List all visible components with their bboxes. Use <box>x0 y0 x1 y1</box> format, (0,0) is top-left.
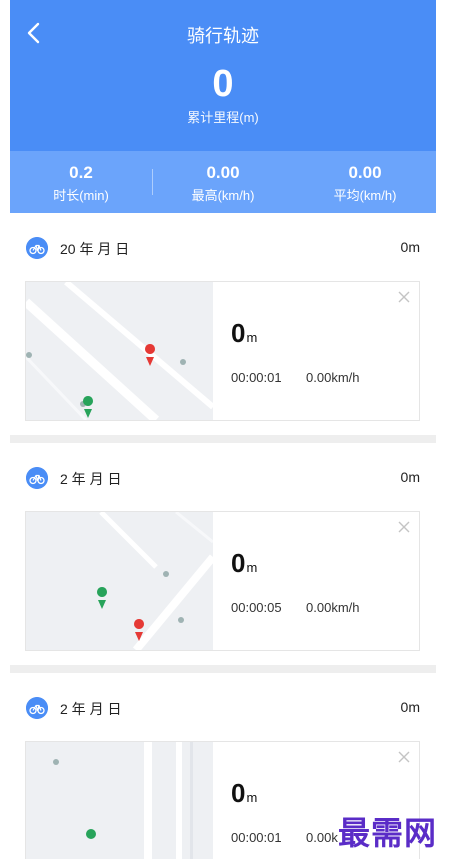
watermark-logo: 最需网 <box>338 814 438 852</box>
speed-unit: k <box>331 830 338 845</box>
route-map-thumbnail <box>26 512 213 650</box>
record-speed: 0.00km/h <box>306 370 359 385</box>
close-icon[interactable] <box>397 520 411 534</box>
header: 骑行轨迹 0 累计里程(m) <box>10 0 436 151</box>
page-title: 骑行轨迹 <box>187 26 259 46</box>
stat-avg-speed-label: 平均(km/h) <box>333 188 397 203</box>
record-card[interactable]: 0m 00:00:01 0.00km/h <box>25 281 420 421</box>
record-header: 20 年 月 日 0m <box>10 213 436 275</box>
record-speed: 0.00km/h <box>306 600 359 615</box>
record-duration: 00:00:05 <box>231 600 282 615</box>
record-card[interactable]: 0m 00:00:05 0.00km/h <box>25 511 420 651</box>
big-distance-unit: m <box>246 560 258 575</box>
divider <box>152 169 153 195</box>
stat-max-speed: 0.00 最高(km/h) <box>152 151 294 213</box>
big-distance-value: 0 <box>231 548 246 578</box>
section-gap <box>10 435 436 443</box>
stat-max-speed-value: 0.00 <box>206 163 240 182</box>
stat-max-speed-label: 最高(km/h) <box>191 188 255 203</box>
close-icon[interactable] <box>397 750 411 764</box>
close-icon[interactable] <box>397 290 411 304</box>
record-big-distance: 0m <box>231 778 257 809</box>
total-distance-label: 累计里程(m) <box>187 110 259 125</box>
section-gap <box>10 665 436 673</box>
route-map-thumbnail <box>26 742 213 859</box>
record-date: 2 年 月 日 <box>60 471 122 487</box>
record-big-distance: 0m <box>231 548 257 579</box>
stat-duration-label: 时长(min) <box>53 188 109 203</box>
ride-record[interactable]: 20 年 月 日 0m 0m 00:00:01 0.00km/h <box>10 213 436 435</box>
stat-duration: 0.2 时长(min) <box>10 151 152 213</box>
record-header: 2 年 月 日 0m <box>10 443 436 505</box>
record-duration: 00:00:01 <box>231 830 282 845</box>
speed-unit: km/h <box>331 370 360 385</box>
stat-avg-speed-value: 0.00 <box>348 163 382 182</box>
speed-value: 0.00 <box>306 600 332 615</box>
record-distance: 0m <box>400 469 420 485</box>
bicycle-icon <box>26 237 48 259</box>
stats-bar: 0.2 时长(min) 0.00 最高(km/h) 0.00 平均(km/h) <box>10 151 436 213</box>
bicycle-icon <box>26 467 48 489</box>
big-distance-unit: m <box>246 330 258 345</box>
stat-duration-value: 0.2 <box>69 163 93 182</box>
total-distance-value: 0 <box>212 63 234 105</box>
speed-value: 0.00 <box>306 830 332 845</box>
speed-value: 0.00 <box>306 370 332 385</box>
record-date: 2 年 月 日 <box>60 701 122 717</box>
speed-unit: km/h <box>331 600 360 615</box>
stat-avg-speed: 0.00 平均(km/h) <box>294 151 436 213</box>
big-distance-unit: m <box>246 790 258 805</box>
big-distance-value: 0 <box>231 318 246 348</box>
record-duration: 00:00:01 <box>231 370 282 385</box>
record-date: 20 年 月 日 <box>60 241 130 257</box>
ride-record[interactable]: 2 年 月 日 0m 0m 00:00:05 0.00km/h <box>10 443 436 665</box>
route-map-thumbnail <box>26 282 213 420</box>
record-distance: 0m <box>400 239 420 255</box>
record-header: 2 年 月 日 0m <box>10 673 436 735</box>
big-distance-value: 0 <box>231 778 246 808</box>
record-distance: 0m <box>400 699 420 715</box>
record-big-distance: 0m <box>231 318 257 349</box>
record-speed: 0.00k <box>306 830 338 845</box>
bicycle-icon <box>26 697 48 719</box>
